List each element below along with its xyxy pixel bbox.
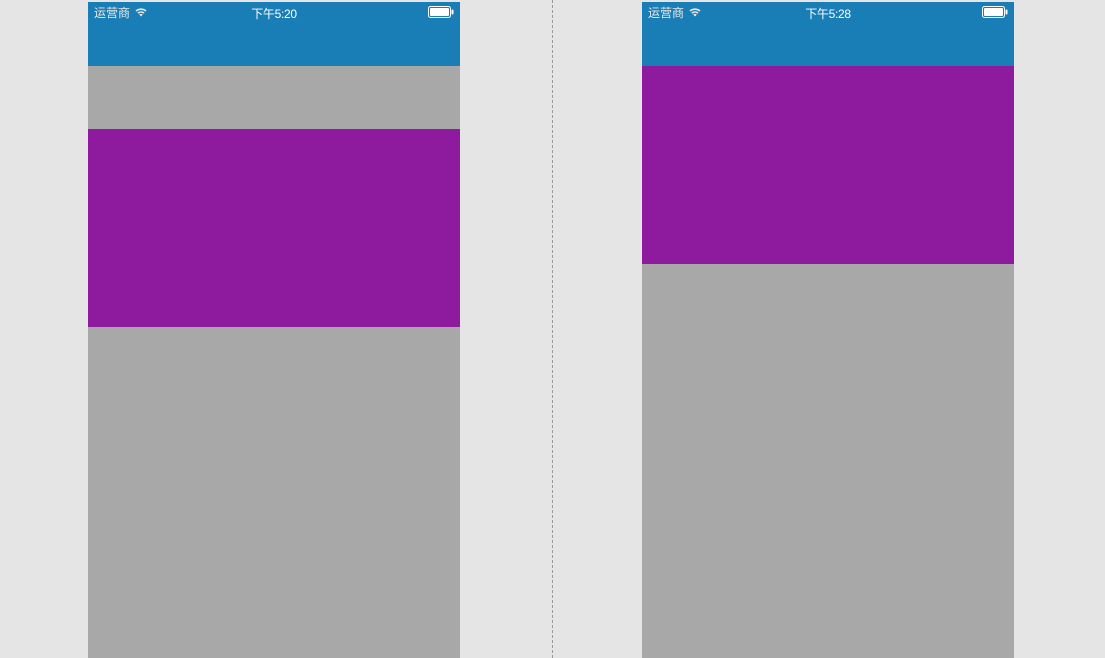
- carrier-label: 运营商: [648, 4, 684, 21]
- purple-view: [88, 129, 460, 327]
- wifi-icon: [134, 7, 148, 17]
- vertical-divider: [552, 0, 553, 658]
- status-bar: 运营商 下午5:28: [642, 2, 1014, 66]
- battery-icon: [428, 6, 454, 18]
- clock-label: 下午5:20: [251, 5, 297, 22]
- purple-view: [642, 66, 1014, 264]
- content-area: [88, 66, 460, 658]
- content-area: [642, 66, 1014, 658]
- wifi-icon: [688, 7, 702, 17]
- battery-icon: [982, 6, 1008, 18]
- clock-label: 下午5:28: [805, 5, 851, 22]
- phone-screen-left: 运营商 下午5:20: [88, 2, 460, 658]
- phone-screen-right: 运营商 下午5:28: [642, 2, 1014, 658]
- status-bar: 运营商 下午5:20: [88, 2, 460, 66]
- carrier-label: 运营商: [94, 4, 130, 21]
